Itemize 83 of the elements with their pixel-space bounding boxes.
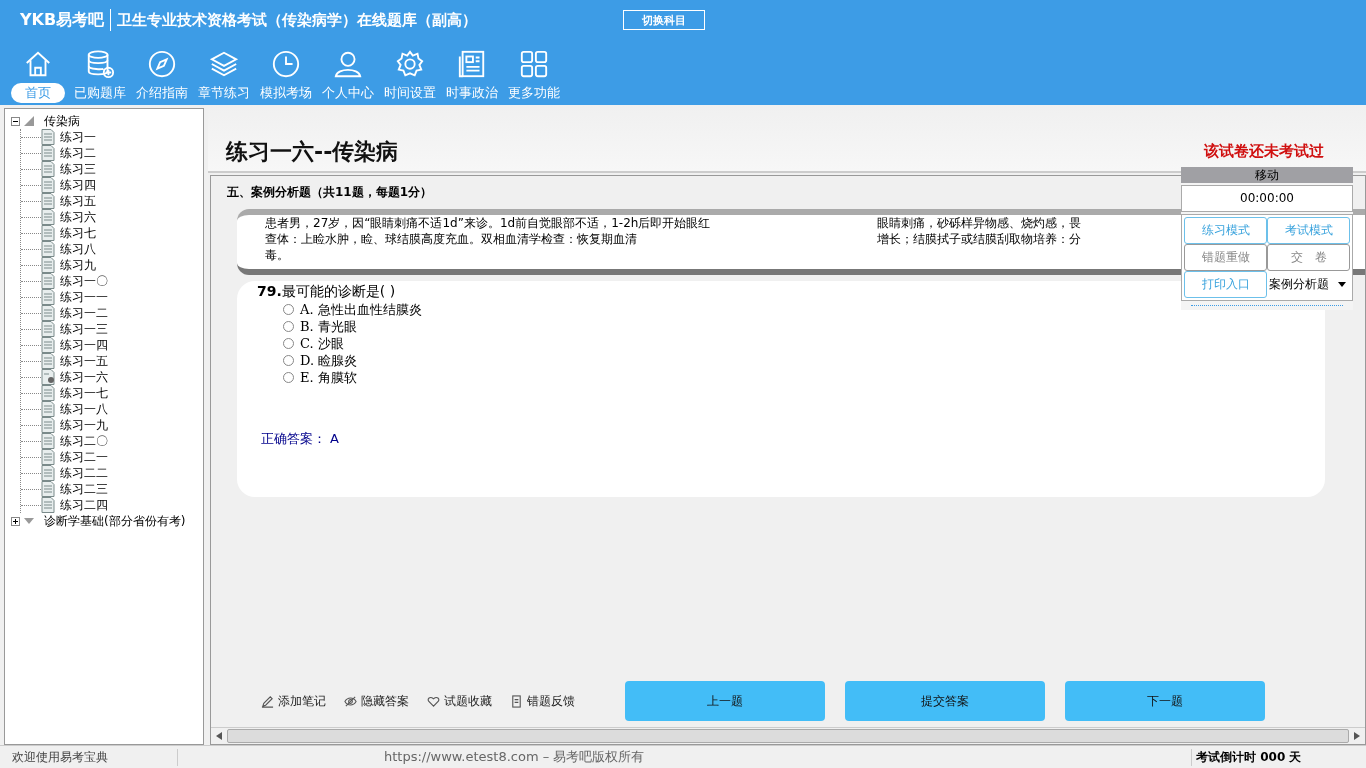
tree-item[interactable]: 练习一二 (60, 304, 108, 322)
triangle-icon (23, 115, 35, 127)
passage-text: 眼睛刺痛，砂砾样异物感、烧灼感，畏 (877, 215, 1081, 231)
tree-item[interactable]: 传染病 (44, 112, 80, 130)
tree-item[interactable]: 练习二四 (60, 496, 108, 514)
tree-item[interactable]: 练习五 (60, 192, 96, 210)
option-label[interactable]: C. 沙眼 (300, 334, 344, 353)
tree-item[interactable]: 练习三 (60, 160, 96, 178)
tree-item[interactable]: 练习一九 (60, 416, 108, 434)
heart-icon (427, 694, 440, 708)
tree-item[interactable]: 练习一八 (60, 400, 108, 418)
tree-item[interactable]: 练习一〇 (60, 272, 108, 290)
nav-button[interactable]: 上一题 (625, 681, 825, 721)
passage-text: 查体：上睑水肿，睑、球结膜高度充血。双相血清学检查：恢复期血清 (265, 231, 638, 247)
type-select[interactable]: 案例分析题 (1267, 271, 1350, 298)
option-label[interactable]: A. 急性出血性结膜炎 (300, 300, 422, 319)
paper-status: 该试卷还未考试过 (1204, 142, 1324, 161)
radio-button[interactable] (283, 321, 294, 332)
passage-text: 毒。 (265, 247, 290, 263)
radio-button[interactable] (283, 372, 294, 383)
pencil-icon (261, 694, 274, 708)
settings-icon[interactable] (395, 49, 425, 79)
tree-item[interactable]: 练习二三 (60, 480, 108, 498)
tree-item[interactable]: 练习八 (60, 240, 96, 258)
tool-link[interactable]: 添加笔记 (261, 692, 326, 710)
copyright-text: https://www.etest8.com – 易考吧版权所有 (384, 748, 645, 766)
scroll-right-icon[interactable] (1354, 732, 1360, 740)
document-icon (510, 694, 523, 708)
expander-icon[interactable] (11, 116, 20, 126)
passage-text: 患者男，27岁，因“眼睛刺痛不适1d”来诊。1d前自觉眼部不适，1-2h后即开始眼红 (265, 215, 712, 231)
tree-item[interactable]: 练习一三 (60, 320, 108, 338)
grid-icon[interactable] (519, 49, 549, 79)
tree-item[interactable]: 练习二二 (60, 464, 108, 482)
scroll-left-icon[interactable] (216, 732, 222, 740)
horizontal-scrollbar[interactable] (211, 727, 1365, 744)
logo: YKB易考吧 (20, 9, 105, 31)
tree-item[interactable]: 练习一七 (60, 384, 108, 402)
tree-item[interactable]: 练习四 (60, 176, 96, 194)
eye-icon (344, 694, 357, 708)
tree-item[interactable]: 练习九 (60, 256, 96, 274)
radio-button[interactable] (283, 338, 294, 349)
paper-title: 练习一六--传染病 (226, 138, 399, 166)
option-label[interactable]: E. 角膜软 (300, 368, 357, 387)
clock-icon[interactable] (271, 49, 301, 79)
tree-item[interactable]: 诊断学基础(部分省份有考) (44, 512, 186, 530)
timer: 00:00:00 (1181, 185, 1353, 212)
nav-button[interactable]: 下一题 (1065, 681, 1265, 721)
section-heading: 五、案例分析题（共11题，每题1分） (227, 184, 433, 201)
tree-item[interactable]: 练习一 (60, 128, 96, 146)
tool-link[interactable]: 错题反馈 (510, 692, 575, 710)
answer-label: 正确答案： (261, 431, 326, 446)
expander-icon[interactable] (11, 516, 20, 526)
countdown-text: 考试倒计时 000 天 (1191, 748, 1366, 766)
welcome-text: 欢迎使用易考宝典 (0, 748, 178, 766)
tree-item[interactable]: 练习七 (60, 224, 96, 242)
app-title: 卫生专业技术资格考试（传染病学）在线题库（副高） (117, 10, 478, 30)
tree-item[interactable]: 练习一一 (60, 288, 108, 306)
tree-item[interactable]: 练习二〇 (60, 432, 108, 450)
option-label[interactable]: D. 睑腺炎 (300, 351, 358, 370)
tree-item[interactable]: 练习六 (60, 208, 96, 226)
tree-item[interactable]: 练习二一 (60, 448, 108, 466)
dropdown-caret-icon[interactable] (1338, 282, 1346, 287)
database-icon[interactable] (85, 49, 115, 79)
radio-button[interactable] (283, 304, 294, 315)
option-label[interactable]: B. 青光眼 (300, 317, 357, 336)
person-icon[interactable] (333, 49, 363, 79)
tree-item[interactable]: 练习一五 (60, 352, 108, 370)
tool-link[interactable]: 试题收藏 (427, 692, 492, 710)
passage-text: 增长；结膜拭子或结膜刮取物培养：分 (877, 231, 1081, 247)
newspaper-icon[interactable] (457, 49, 487, 79)
nav-button[interactable]: 提交答案 (845, 681, 1045, 721)
question-text: 最可能的诊断是( ) (281, 283, 396, 301)
radio-button[interactable] (283, 355, 294, 366)
tree-item[interactable]: 练习一六 (60, 368, 108, 386)
layers-icon[interactable] (209, 49, 239, 79)
move-handle[interactable]: 移动 (1181, 167, 1353, 183)
answer-value: A (330, 431, 339, 446)
home-icon[interactable] (23, 49, 53, 79)
compass-icon[interactable] (147, 49, 177, 79)
question-number: 79. (257, 283, 282, 301)
tree-item[interactable]: 练习一四 (60, 336, 108, 354)
tool-link[interactable]: 隐藏答案 (344, 692, 409, 710)
tree-item[interactable]: 练习二 (60, 144, 96, 162)
